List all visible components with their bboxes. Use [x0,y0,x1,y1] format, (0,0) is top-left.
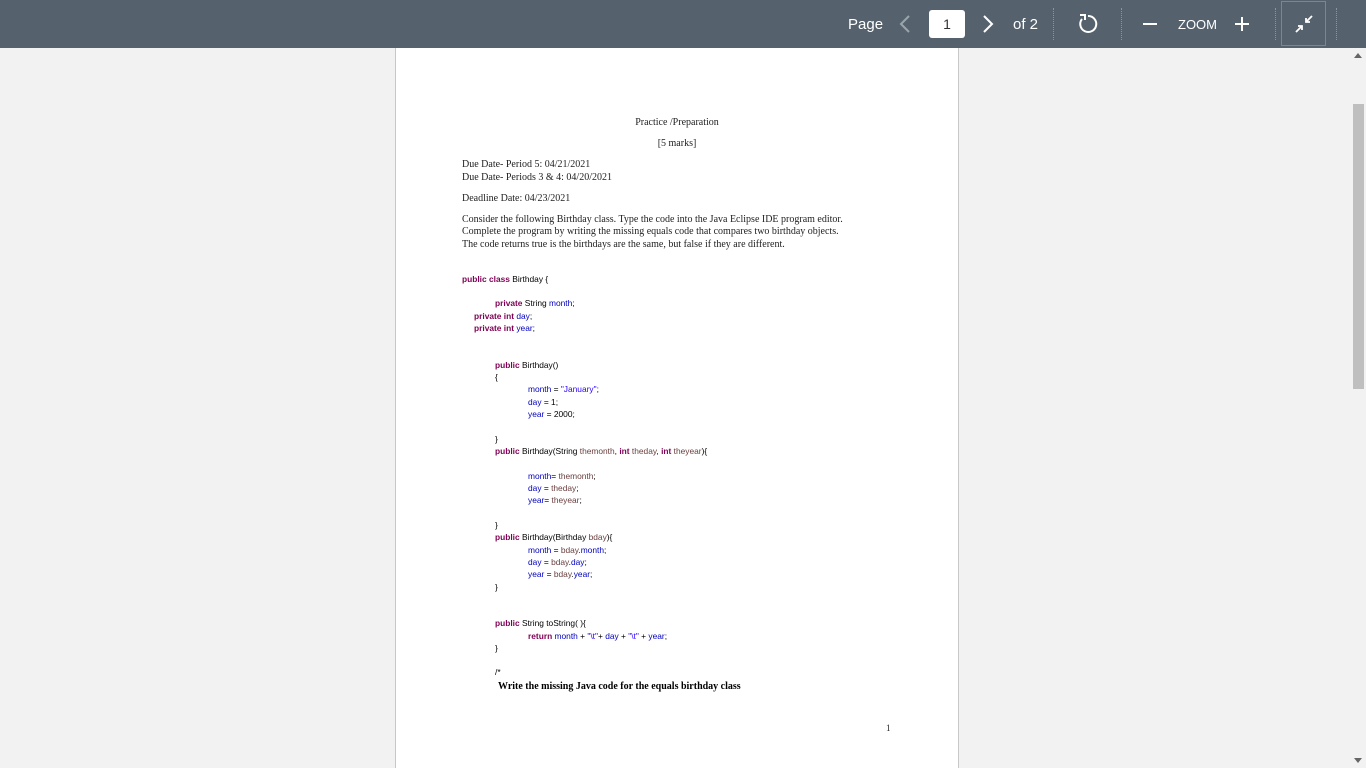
code-line: } [495,643,498,653]
page-number: 1 [886,723,891,733]
deadline-date: Deadline Date: 04/23/2021 [462,193,571,204]
page-number-input[interactable] [929,10,965,38]
document-title: Practice /Preparation [635,117,719,128]
scroll-up-arrow-icon[interactable] [1354,53,1362,58]
zoom-label: ZOOM [1178,16,1217,32]
next-page-button[interactable] [978,0,998,48]
code-line: day = theday; [528,483,579,493]
code-line: { [495,372,498,382]
vertical-scrollbar[interactable] [1350,48,1366,768]
code-comment: Write the missing Java code for the equa… [498,681,741,692]
code-line: return month + "\t"+ day + "\t" + year; [528,631,668,641]
instruction-line: Complete the program by writing the miss… [462,226,839,237]
code-line: public Birthday(Birthday bday){ [495,532,613,542]
code-line: day = bday.day; [528,557,587,567]
zoom-in-button[interactable] [1232,0,1252,48]
instruction-line: Consider the following Birthday class. T… [462,214,843,225]
rotate-icon [1079,14,1098,33]
code-line: } [495,520,498,530]
due-date-line: Due Date- Periods 3 & 4: 04/20/2021 [462,172,612,183]
scrollbar-thumb[interactable] [1353,104,1364,389]
toolbar-divider [1275,8,1276,40]
exit-fullscreen-button[interactable] [1281,1,1326,46]
code-line: private String month; [495,298,575,308]
toolbar-divider [1121,8,1122,40]
previous-page-button[interactable] [895,0,915,48]
instruction-line: The code returns true is the birthdays a… [462,239,785,250]
code-line: private int year; [474,323,535,333]
code-line: public Birthday(String themonth, int the… [495,446,708,456]
code-line: public Birthday() [495,360,559,370]
code-line: private int day; [474,311,533,321]
code-line: month= themonth; [528,471,596,481]
code-line: year = bday.year; [528,569,593,579]
page-count-label: of 2 [1013,15,1039,33]
page-label: Page [848,15,884,33]
code-line: month = bday.month; [528,545,607,555]
code-line: month = "January"; [528,384,599,394]
code-line: public String toString( ){ [495,618,586,628]
document-page: Practice /Preparation [5 marks] Due Date… [395,48,959,768]
scroll-down-arrow-icon[interactable] [1354,758,1362,763]
chevron-right-icon [983,15,994,33]
zoom-out-icon [1143,23,1157,25]
chevron-left-icon [899,15,910,33]
toolbar-divider [1053,8,1054,40]
code-line: year = 2000; [528,409,575,419]
pdf-toolbar: Page of 2 ZOOM [0,0,1366,48]
code-line: } [495,434,498,444]
exit-fullscreen-icon [1294,14,1313,33]
code-line: } [495,582,498,592]
code-line: day = 1; [528,397,559,407]
zoom-in-icon [1235,17,1249,31]
toolbar-divider [1336,8,1337,40]
zoom-out-button[interactable] [1140,0,1160,48]
code-line: year= theyear; [528,495,582,505]
code-line: /* [495,667,501,677]
marks-label: [5 marks] [657,138,697,149]
code-line: public class Birthday { [462,274,549,284]
due-date-line: Due Date- Period 5: 04/21/2021 [462,159,591,170]
rotate-button[interactable] [1075,0,1101,48]
